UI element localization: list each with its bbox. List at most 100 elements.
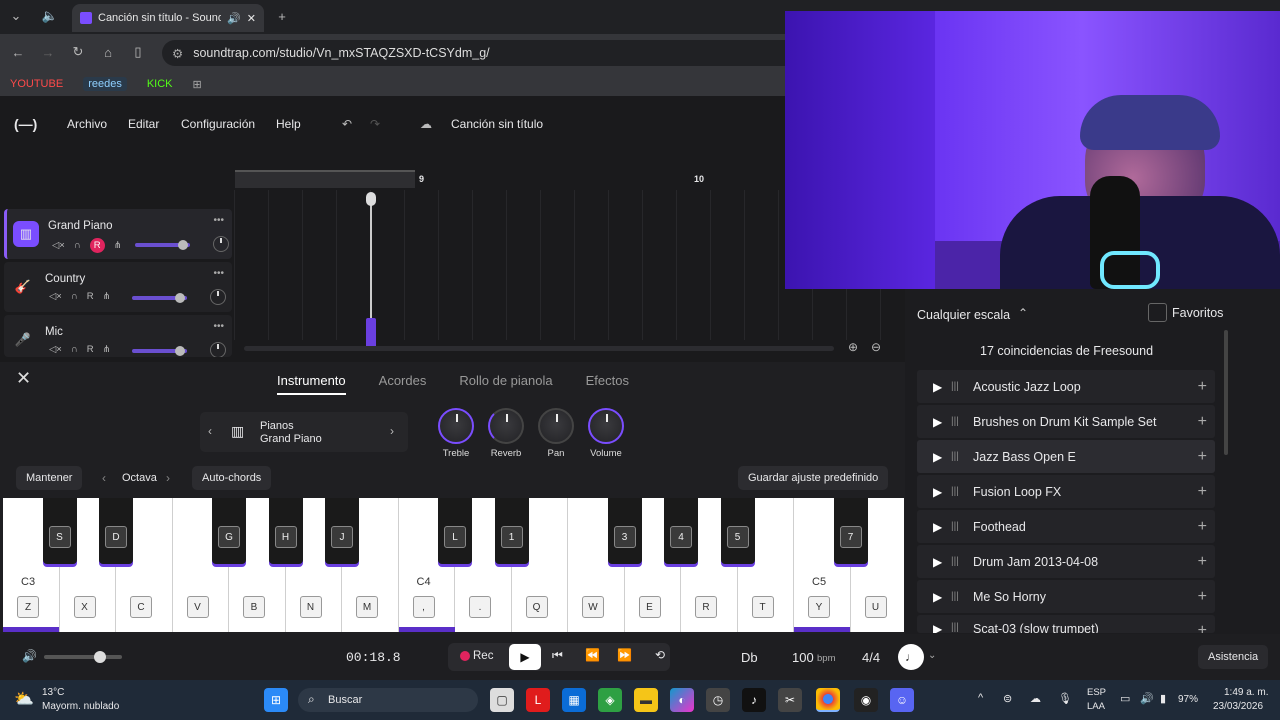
forward-icon[interactable]: → — [38, 42, 58, 62]
browser-tab[interactable]: Canción sin título - Soundtr 🔊 ✕ — [72, 4, 264, 32]
black-key[interactable]: 1 — [494, 498, 529, 564]
windows-start-icon[interactable]: ⊞ — [264, 688, 288, 712]
menu-help[interactable]: Help — [276, 117, 301, 131]
favorites-checkbox[interactable] — [1148, 303, 1167, 322]
add-sound-icon[interactable]: + — [1198, 483, 1207, 501]
automation-icon[interactable]: ⋔ — [114, 240, 122, 251]
help-button[interactable]: Asistencia — [1198, 645, 1269, 669]
track-country[interactable]: 🎸 Country ••• ◁× ∩ R ⋔ — [4, 262, 232, 312]
loop-region[interactable] — [235, 170, 415, 188]
master-volume-slider[interactable] — [44, 651, 122, 663]
battery-icon[interactable]: ▮ — [1160, 692, 1166, 705]
reverb-knob[interactable] — [488, 408, 524, 444]
lexis-icon[interactable]: L — [526, 688, 550, 712]
octave-down-icon[interactable]: ‹ — [102, 471, 106, 485]
metronome-chevron-icon[interactable]: ⌄ — [928, 650, 936, 661]
play-icon[interactable]: ▶ — [933, 450, 943, 464]
onedrive-icon[interactable]: ⊜ — [1003, 692, 1012, 705]
add-sound-icon[interactable]: + — [1198, 413, 1207, 431]
black-key[interactable]: 5 — [720, 498, 755, 564]
solo-headphones-icon[interactable]: ∩ — [74, 240, 81, 251]
mute-icon[interactable]: ◁× — [49, 344, 62, 355]
save-preset-button[interactable]: Guardar ajuste predefinido — [738, 466, 889, 490]
cloud-icon[interactable]: ☁ — [1030, 692, 1041, 705]
add-sound-icon[interactable]: + — [1198, 588, 1207, 606]
sound-list-item[interactable]: ▶ ||| Brushes on Drum Kit Sample Set + — [917, 405, 1215, 438]
black-key[interactable]: J — [325, 498, 359, 564]
clock-app-icon[interactable]: ◷ — [706, 688, 730, 712]
task-view-icon[interactable]: ▢ — [490, 688, 514, 712]
sound-list-item[interactable]: ▶ ||| Drum Jam 2013-04-08 + — [917, 545, 1215, 578]
automation-icon[interactable]: ⋔ — [103, 291, 111, 302]
key-signature[interactable]: Db — [741, 650, 758, 665]
reload-icon[interactable]: ↻ — [68, 42, 88, 62]
mute-icon[interactable]: ◁× — [52, 240, 65, 251]
network-icon[interactable]: ▭ — [1120, 692, 1130, 705]
add-sound-icon[interactable]: + — [1198, 553, 1207, 571]
autochords-button[interactable]: Auto-chords — [192, 466, 272, 490]
volume-tray-icon[interactable]: 🔊 — [1140, 692, 1154, 705]
discord-icon[interactable]: ☺ — [890, 688, 914, 712]
song-title[interactable]: Canción sin título — [451, 117, 543, 131]
tab-rollo-de-pianola[interactable]: Rollo de pianola — [459, 373, 552, 395]
tab-list-icon[interactable]: ⌄ — [6, 6, 26, 26]
sound-list-item[interactable]: ▶ ||| Acoustic Jazz Loop + — [917, 370, 1215, 403]
track-menu-icon[interactable]: ••• — [213, 268, 224, 279]
instrument-selector[interactable]: ‹ ▥ Pianos Grand Piano › — [200, 412, 408, 452]
add-sound-icon[interactable]: + — [1198, 518, 1207, 536]
recorded-region[interactable] — [366, 318, 376, 348]
playhead-handle[interactable] — [366, 192, 376, 206]
black-key[interactable]: 4 — [664, 498, 698, 564]
black-key[interactable]: S — [42, 498, 77, 564]
mute-icon[interactable]: ◁× — [49, 291, 62, 302]
time-signature[interactable]: 4/4 — [862, 650, 880, 665]
track-volume-slider[interactable] — [132, 293, 187, 303]
sound-list-item[interactable]: ▶ ||| Fusion Loop FX + — [917, 475, 1215, 508]
master-volume-icon[interactable]: 🔊 — [22, 649, 37, 663]
black-key[interactable]: L — [438, 498, 472, 564]
undo-icon[interactable]: ↶ — [342, 117, 352, 131]
add-sound-icon[interactable]: + — [1198, 622, 1207, 633]
sound-list-item[interactable]: ▶ ||| Scat-03 (slow trumpet) + — [917, 615, 1215, 633]
home-icon[interactable]: ⌂ — [98, 42, 118, 62]
track-pan-knob[interactable] — [210, 342, 226, 357]
prev-instrument-icon[interactable]: ‹ — [208, 424, 212, 438]
scale-chevron-icon[interactable]: ⌃ — [1018, 306, 1028, 320]
cloud-save-icon[interactable]: ☁ — [420, 117, 432, 131]
scale-select[interactable]: Cualquier escala — [917, 308, 1010, 322]
play-icon[interactable]: ▶ — [933, 590, 943, 604]
track-mic[interactable]: 🎤 Mic ••• ◁× ∩ R ⋔ — [4, 315, 232, 357]
speaker-icon[interactable]: 🔈 — [40, 6, 60, 26]
add-sound-icon[interactable]: + — [1198, 378, 1207, 396]
site-info-icon[interactable]: ⚙ — [172, 46, 183, 61]
track-grand-piano[interactable]: ▥ Grand Piano ••• ◁× ∩ R ⋔ — [4, 209, 232, 259]
play-button[interactable]: ▶ — [509, 644, 541, 670]
horizontal-scrollbar[interactable] — [244, 346, 834, 351]
close-panel-icon[interactable]: ✕ — [16, 368, 31, 389]
capcut-icon[interactable]: ✂ — [778, 688, 802, 712]
clock-date[interactable]: 23/03/2026 — [1213, 701, 1263, 712]
automation-icon[interactable]: ⋔ — [103, 344, 111, 355]
solo-headphones-icon[interactable]: ∩ — [71, 291, 78, 302]
treble-knob[interactable] — [438, 408, 474, 444]
black-key[interactable]: 7 — [833, 498, 868, 564]
sustain-button[interactable]: Mantener — [16, 466, 83, 490]
black-key[interactable]: H — [268, 498, 303, 564]
list-scrollbar[interactable] — [1224, 330, 1228, 455]
track-pan-knob[interactable] — [210, 289, 226, 305]
black-key[interactable]: D — [99, 498, 133, 564]
record-button[interactable]: Rec — [473, 650, 493, 662]
metronome-icon[interactable]: ♩ — [898, 644, 924, 670]
record-arm-button[interactable]: R — [87, 344, 94, 355]
rewind-icon[interactable]: ⏪ — [585, 648, 600, 662]
zoom-out-icon[interactable]: ⊖ — [871, 340, 881, 354]
bookmark-reedes[interactable]: reedes — [83, 77, 127, 91]
bookmark-kick[interactable]: KICK — [147, 78, 173, 90]
solo-headphones-icon[interactable]: ∩ — [71, 344, 78, 355]
split-view-icon[interactable]: ▯ — [128, 42, 148, 62]
redo-icon[interactable]: ↷ — [370, 117, 380, 131]
black-key[interactable]: G — [212, 498, 246, 564]
play-icon[interactable]: ▶ — [933, 415, 943, 429]
fast-forward-icon[interactable]: ⏩ — [617, 648, 632, 662]
chrome-icon[interactable] — [816, 688, 840, 712]
